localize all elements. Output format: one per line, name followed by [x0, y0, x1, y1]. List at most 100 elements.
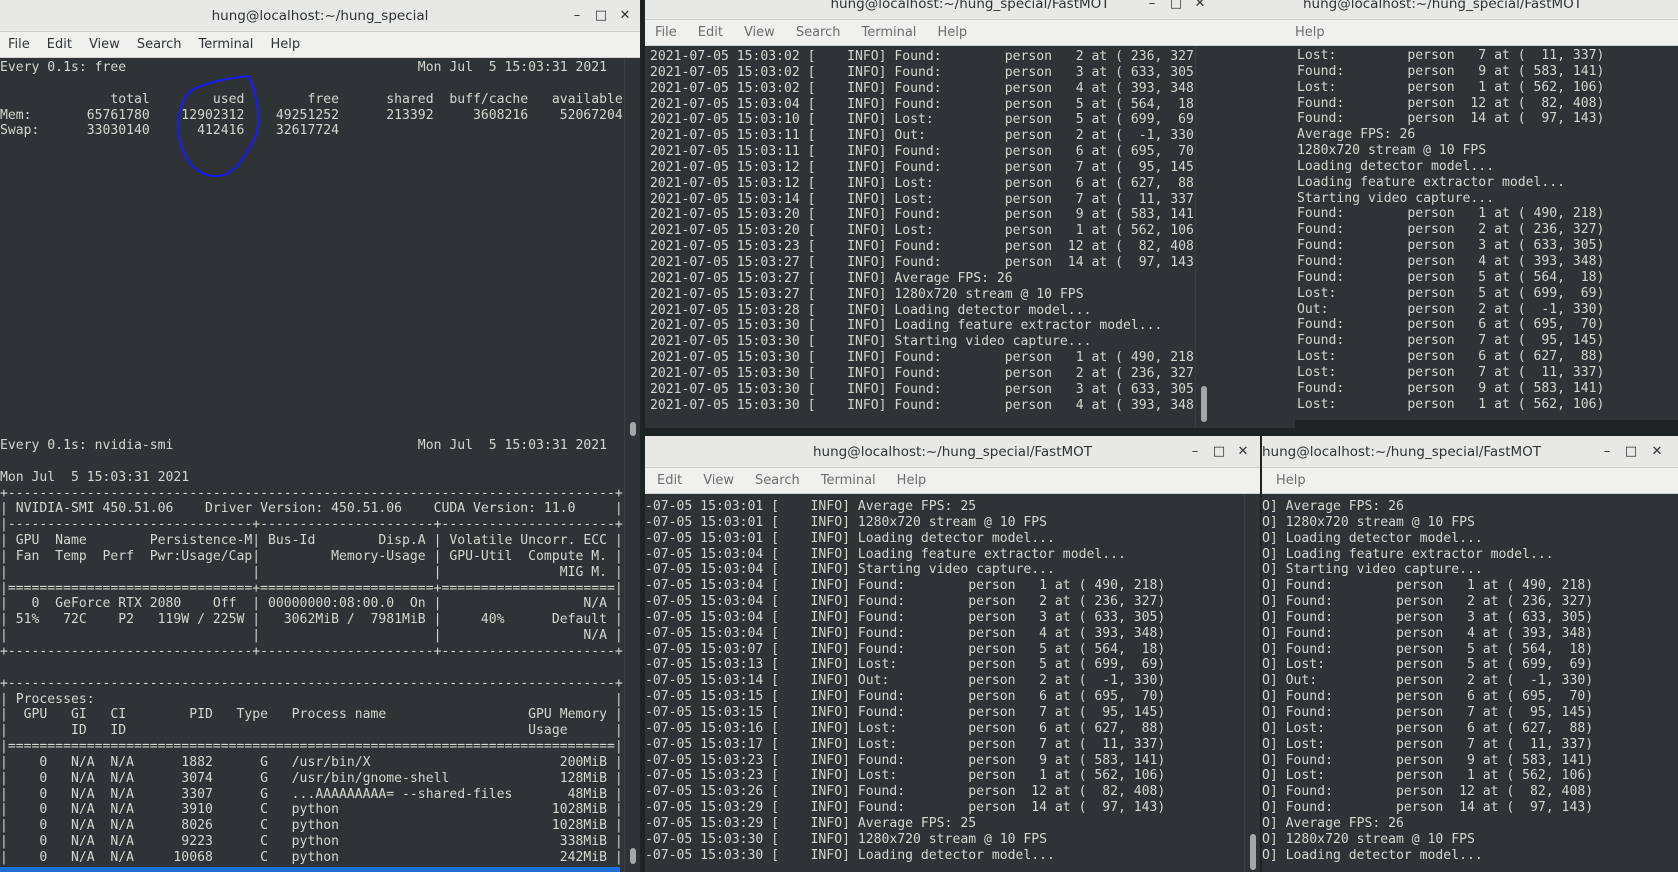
terminal-line: -07-05 15:03:16 [ INFO] Lost: person 6 a…	[645, 720, 1166, 736]
terminal-line: +---------------------------------------…	[0, 485, 623, 501]
terminal-output[interactable]: -07-05 15:03:01 [ INFO] Average FPS: 25-…	[645, 494, 1244, 872]
menu-help[interactable]: Help	[1295, 25, 1325, 40]
maximize-button[interactable]: □	[1206, 436, 1232, 468]
scrollbar[interactable]	[624, 58, 640, 440]
menu-terminal[interactable]: Terminal	[861, 25, 916, 40]
menu-terminal[interactable]: Terminal	[821, 473, 876, 488]
terminal-line: O] Average FPS: 26	[1262, 499, 1404, 514]
close-button[interactable]: ✕	[1644, 436, 1670, 468]
close-button[interactable]: ✕	[1230, 436, 1256, 468]
terminal-line: O] Found: person 2 at ( 236, 327)	[1262, 594, 1594, 610]
maximize-button[interactable]: □	[1163, 0, 1189, 20]
terminal-window-fastmot-1[interactable]: hung@localhost:~/hung_special/FastMOT – …	[645, 0, 1295, 428]
terminal-window-nvidia-smi[interactable]: Every 0.1s: nvidia-smi Mon Jul 5 15:03:3…	[0, 436, 640, 872]
terminal-line: Found: person 7 at ( 95, 145)	[1297, 333, 1605, 349]
scrollbar[interactable]	[1244, 494, 1260, 872]
terminal-line: Found: person 12 at ( 82, 408)	[1297, 95, 1605, 111]
menu-view[interactable]: View	[89, 37, 120, 52]
terminal-line: O] Out: person 2 at ( -1, 330)	[1262, 673, 1594, 689]
window-titlebar[interactable]: hung@localhost:~/hung_special/FastMOT – …	[645, 436, 1260, 468]
terminal-line: -07-05 15:03:07 [ INFO] Found: person 5 …	[645, 641, 1166, 657]
terminal-output[interactable]: 2021-07-05 15:03:02 [ INFO] Found: perso…	[645, 46, 1195, 428]
terminal-line: Found: person 4 at ( 393, 348)	[1297, 253, 1605, 269]
terminal-line: Found: person 5 at ( 564, 18)	[1297, 269, 1605, 285]
maximize-button[interactable]: □	[588, 0, 614, 32]
terminal-line: 2021-07-05 15:03:27 [ INFO] Found: perso…	[650, 254, 1195, 270]
menu-file[interactable]: File	[655, 25, 677, 40]
terminal-line: O] Found: person 1 at ( 490, 218)	[1262, 578, 1594, 594]
terminal-output[interactable]: O] Average FPS: 26 O] 1280x720 stream @ 1…	[1262, 494, 1678, 872]
terminal-line: -07-05 15:03:29 [ INFO] Average FPS: 25	[645, 815, 977, 831]
terminal-line: Found: person 3 at ( 633, 305)	[1297, 238, 1605, 254]
terminal-line: -07-05 15:03:30 [ INFO] Loading detector…	[645, 847, 1055, 863]
window-title: hung@localhost:~/hung_special/FastMOT	[812, 444, 1093, 460]
terminal-line: O] Lost: person 7 at ( 11, 337)	[1262, 736, 1594, 752]
menu-search[interactable]: Search	[755, 473, 800, 488]
window-titlebar[interactable]: hung@localhost:~/hung_special/FastMOT	[1295, 0, 1678, 20]
terminal-line: 2021-07-05 15:03:30 [ INFO] Found: perso…	[650, 397, 1195, 413]
menu-help[interactable]: Help	[937, 25, 967, 40]
menu-file[interactable]: File	[8, 37, 30, 52]
terminal-line: O] Found: person 9 at ( 583, 141)	[1262, 752, 1594, 768]
terminal-line: Found: person 9 at ( 583, 141)	[1297, 63, 1605, 79]
terminal-line: | 0 GeForce RTX 2080 Off | 00000000:08:0…	[0, 596, 623, 612]
menu-edit[interactable]: Edit	[47, 37, 72, 52]
terminal-line: -07-05 15:03:01 [ INFO] Loading detector…	[645, 530, 1055, 546]
window-title: hung@localhost:~/hung_special/FastMOT	[1262, 444, 1542, 460]
terminal-line: -07-05 15:03:01 [ INFO] 1280x720 stream …	[645, 514, 1048, 530]
terminal-line: -07-05 15:03:04 [ INFO] Found: person 2 …	[645, 594, 1166, 610]
terminal-window-free[interactable]: hung@localhost:~/hung_special – □ ✕ File…	[0, 0, 640, 440]
terminal-line: | Processes: |	[0, 691, 623, 707]
terminal-output[interactable]: Every 0.1s: free Mon Jul 5 15:03:31 2021…	[0, 58, 624, 440]
terminal-line: 2021-07-05 15:03:12 [ INFO] Lost: person…	[650, 175, 1195, 191]
terminal-line: O] Lost: person 1 at ( 562, 106)	[1262, 768, 1594, 784]
menu-view[interactable]: View	[744, 25, 775, 40]
terminal-line: 2021-07-05 15:03:28 [ INFO] Loading dete…	[650, 302, 1092, 318]
terminal-line: | | | N/A |	[0, 628, 623, 644]
scrollbar[interactable]	[624, 436, 640, 872]
terminal-line: | ID ID Usage |	[0, 723, 623, 739]
terminal-line: Loading detector model...	[1297, 158, 1495, 174]
close-button[interactable]: ✕	[1187, 0, 1213, 20]
minimize-button[interactable]: –	[1594, 436, 1620, 468]
terminal-window-fastmot-3[interactable]: hung@localhost:~/hung_special/FastMOT – …	[645, 436, 1260, 872]
menu-terminal[interactable]: Terminal	[198, 37, 253, 52]
terminal-window-fastmot-4[interactable]: hung@localhost:~/hung_special/FastMOT – …	[1262, 436, 1678, 872]
menu-help[interactable]: Help	[270, 37, 300, 52]
terminal-line: O] Lost: person 5 at ( 699, 69)	[1262, 657, 1594, 673]
terminal-line: | NVIDIA-SMI 450.51.06 Driver Version: 4…	[0, 501, 623, 517]
terminal-line: 2021-07-05 15:03:30 [ INFO] Loading feat…	[650, 318, 1163, 334]
terminal-line: O] Loading detector model...	[1262, 847, 1483, 863]
window-titlebar[interactable]: hung@localhost:~/hung_special/FastMOT – …	[1262, 436, 1678, 468]
menu-edit[interactable]: Edit	[657, 473, 682, 488]
terminal-output[interactable]: Lost: person 7 at ( 11, 337) Found: perso…	[1295, 46, 1678, 420]
maximize-button[interactable]: □	[1618, 436, 1644, 468]
minimize-button[interactable]: –	[1139, 0, 1165, 20]
terminal-line: 2021-07-05 15:03:20 [ INFO] Lost: person…	[650, 223, 1195, 239]
terminal-line: Mon Jul 5 15:03:31 2021	[0, 469, 190, 485]
minimize-button[interactable]: –	[1182, 436, 1208, 468]
menu-search[interactable]: Search	[137, 37, 182, 52]
menu-search[interactable]: Search	[796, 25, 841, 40]
taskbar-strip	[0, 867, 620, 872]
scrollbar[interactable]	[1195, 46, 1211, 428]
menu-view[interactable]: View	[703, 473, 734, 488]
terminal-output[interactable]: Every 0.1s: nvidia-smi Mon Jul 5 15:03:3…	[0, 436, 624, 872]
terminal-line: 2021-07-05 15:03:30 [ INFO] Found: perso…	[650, 381, 1195, 397]
terminal-line: -07-05 15:03:04 [ INFO] Found: person 3 …	[645, 609, 1166, 625]
window-titlebar[interactable]: hung@localhost:~/hung_special – □ ✕	[0, 0, 640, 32]
terminal-line: Found: person 9 at ( 583, 141)	[1297, 380, 1605, 396]
close-button[interactable]: ✕	[612, 0, 638, 32]
menu-help[interactable]: Help	[897, 473, 927, 488]
terminal-line: -07-05 15:03:01 [ INFO] Average FPS: 25	[645, 499, 977, 514]
menu-edit[interactable]: Edit	[698, 25, 723, 40]
menu-help[interactable]: Help	[1276, 473, 1306, 488]
minimize-button[interactable]: –	[564, 0, 590, 32]
terminal-line: | 0 N/A N/A 3074 G /usr/bin/gnome-shell …	[0, 770, 623, 786]
terminal-line: 2021-07-05 15:03:02 [ INFO] Found: perso…	[650, 49, 1195, 64]
terminal-line: 2021-07-05 15:03:11 [ INFO] Found: perso…	[650, 144, 1195, 160]
window-titlebar[interactable]: hung@localhost:~/hung_special/FastMOT – …	[645, 0, 1295, 20]
terminal-line: Every 0.1s: free Mon Jul 5 15:03:31 2021	[0, 60, 607, 75]
terminal-window-fastmot-2[interactable]: hung@localhost:~/hung_special/FastMOT He…	[1295, 0, 1678, 420]
